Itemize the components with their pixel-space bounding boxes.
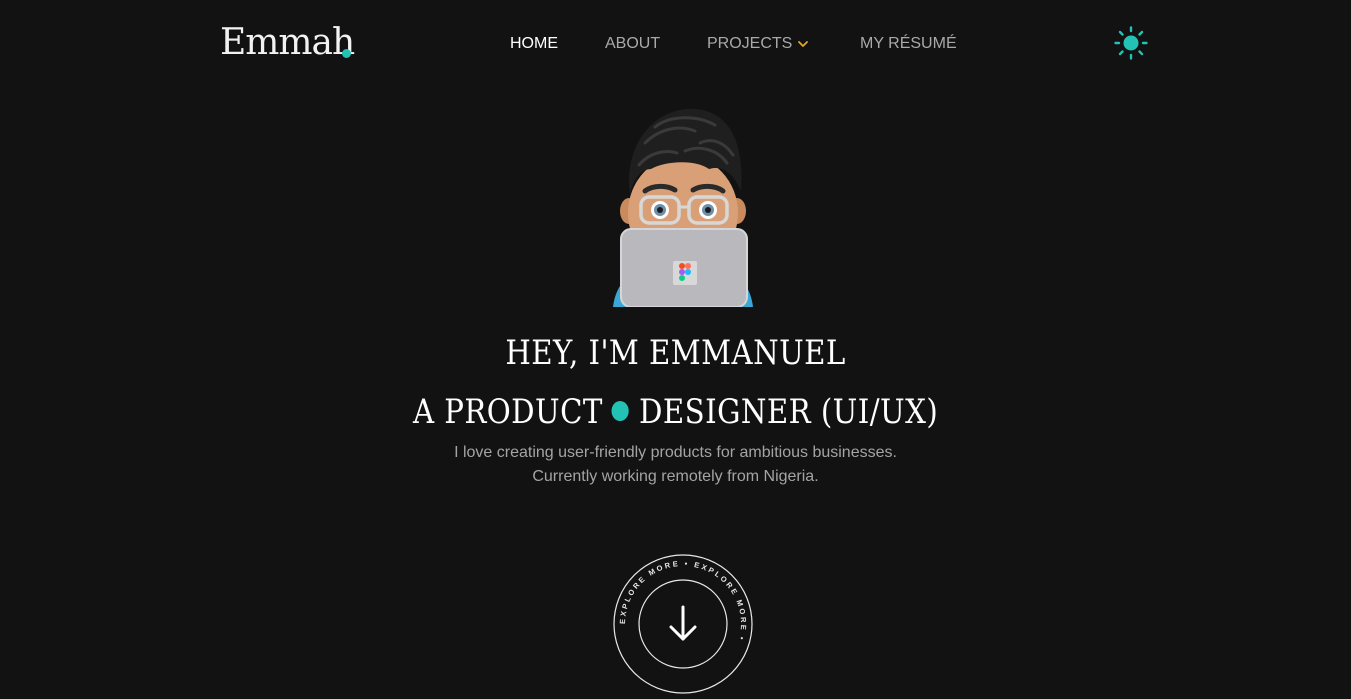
hero-accent-dot (611, 401, 629, 421)
nav-projects[interactable]: PROJECTS (707, 34, 792, 54)
hero-heading-part2: DESIGNER (UI/UX) (638, 392, 939, 432)
chevron-down-icon[interactable] (796, 37, 810, 51)
arrow-down-icon (669, 605, 697, 641)
hero-subtitle-1: I love creating user-friendly products f… (454, 444, 897, 461)
hero-subtitle-2: Currently working remotely from Nigeria. (532, 468, 819, 485)
explore-more-button[interactable]: EXPLORE MORE • EXPLORE MORE • (612, 553, 754, 695)
page: Emmah HOME ABOUT PROJECTS MY RÉSUMÉ HEY,… (0, 0, 1351, 699)
nav-home[interactable]: HOME (510, 34, 558, 54)
hero-heading-part1: A PRODUCT (412, 392, 603, 432)
logo[interactable]: Emmah (220, 22, 355, 64)
logo-dot (342, 49, 351, 58)
hero-heading-line2: A PRODUCT DESIGNER (UI/UX) (95, 391, 1257, 433)
avatar-memoji (613, 108, 753, 307)
hero-heading-line1: HEY, I'M EMMANUEL (505, 333, 846, 373)
sun-icon[interactable] (1113, 25, 1149, 61)
nav-about[interactable]: ABOUT (605, 34, 660, 54)
nav-resume[interactable]: MY RÉSUMÉ (860, 34, 957, 54)
